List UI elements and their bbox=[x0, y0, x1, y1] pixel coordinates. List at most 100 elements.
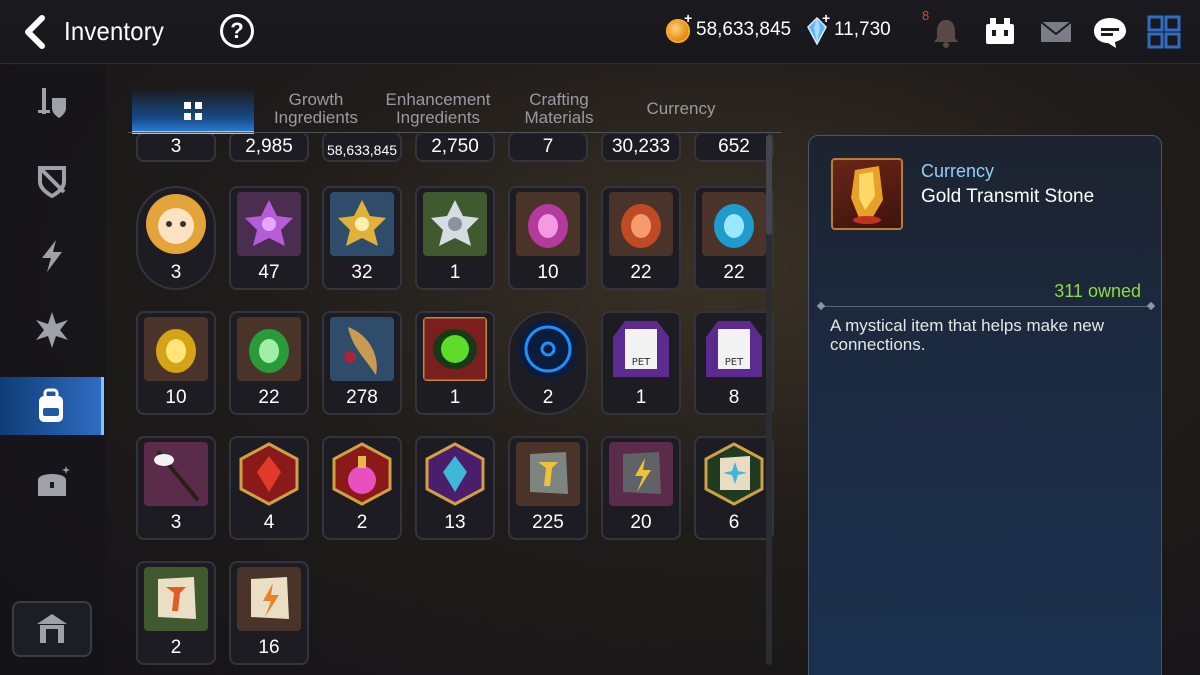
chat-bubble-icon bbox=[1094, 18, 1126, 48]
sidebar-item-items[interactable] bbox=[0, 377, 104, 435]
item-count: 3 bbox=[170, 136, 182, 157]
red-rune-stone-icon bbox=[609, 192, 673, 256]
tab-divider bbox=[128, 132, 782, 133]
sword-shield-icon bbox=[38, 88, 66, 118]
item-slot[interactable]: 2,750 bbox=[415, 134, 495, 162]
item-count: 2,750 bbox=[431, 136, 479, 157]
tab-crafting-materials[interactable]: Crafting Materials bbox=[508, 88, 610, 134]
item-count: 22 bbox=[630, 262, 652, 283]
item-count: 22 bbox=[723, 262, 745, 283]
item-slot[interactable]: 225 bbox=[508, 436, 588, 540]
item-slot[interactable]: 58,633,845 bbox=[322, 134, 402, 162]
sidebar-item-chests[interactable] bbox=[0, 453, 104, 511]
silver-flower-icon bbox=[423, 192, 487, 256]
item-slot[interactable]: 22 bbox=[229, 311, 309, 415]
sidebar-item-runes[interactable] bbox=[0, 301, 104, 359]
sidebar-storage-button[interactable] bbox=[12, 601, 92, 657]
item-slot[interactable]: 22 bbox=[694, 186, 774, 290]
item-count: 13 bbox=[444, 512, 466, 533]
item-count: 4 bbox=[263, 512, 275, 533]
gold-transmit-stone-icon bbox=[851, 166, 883, 224]
chat-button[interactable] bbox=[1090, 12, 1130, 52]
item-count: 22 bbox=[258, 387, 280, 408]
item-slot[interactable]: 1 bbox=[415, 311, 495, 415]
item-slot[interactable]: 20 bbox=[601, 436, 681, 540]
item-count: 10 bbox=[537, 262, 559, 283]
pet-food-bag-icon: PET bbox=[706, 321, 762, 377]
tab-currency[interactable]: Currency bbox=[622, 88, 740, 134]
item-count: 652 bbox=[718, 136, 750, 157]
green-orb-icon bbox=[423, 317, 487, 381]
guild-button[interactable] bbox=[980, 12, 1020, 52]
green-rune-stone-icon bbox=[237, 317, 301, 381]
item-owned-count: 311 owned bbox=[1054, 281, 1141, 301]
item-count: 10 bbox=[165, 387, 187, 408]
item-detail-panel: Currency Gold Transmit Stone 311 owned A… bbox=[808, 135, 1162, 675]
item-count: 8 bbox=[728, 387, 740, 408]
sidebar-item-catalysts[interactable] bbox=[0, 227, 104, 285]
mail-icon bbox=[1040, 21, 1072, 42]
tab-label: Enhancement bbox=[385, 90, 491, 109]
grid-icon bbox=[184, 102, 202, 120]
item-slot[interactable]: 10 bbox=[508, 186, 588, 290]
item-slot[interactable]: 2 bbox=[508, 311, 588, 415]
grid-scrollbar[interactable] bbox=[766, 135, 772, 665]
item-slot[interactable]: 3 bbox=[136, 134, 216, 162]
item-slot[interactable]: 278 bbox=[322, 311, 402, 415]
mail-button[interactable] bbox=[1036, 12, 1076, 52]
item-slot[interactable]: PET 8 bbox=[694, 311, 774, 415]
shield-crossed-icon bbox=[38, 166, 66, 199]
detail-divider bbox=[821, 306, 1151, 307]
item-slot[interactable]: 3 bbox=[136, 186, 216, 290]
item-slot[interactable]: 47 bbox=[229, 186, 309, 290]
lightning-icon bbox=[42, 240, 62, 272]
gold-bolt-stone-icon bbox=[609, 442, 673, 506]
item-count: 20 bbox=[630, 512, 652, 533]
orange-bolt-stone-icon bbox=[237, 567, 301, 631]
item-slot[interactable]: 3 bbox=[136, 436, 216, 540]
tab-label: Currency bbox=[646, 99, 716, 118]
item-count: 2 bbox=[170, 637, 182, 658]
item-slot[interactable]: 30,233 bbox=[601, 134, 681, 162]
item-count: 2 bbox=[542, 387, 554, 408]
gold-flower-icon bbox=[330, 192, 394, 256]
tab-all[interactable] bbox=[132, 88, 254, 134]
sidebar-item-artifacts[interactable] bbox=[0, 151, 104, 209]
item-slot[interactable]: 4 bbox=[229, 436, 309, 540]
item-count: 30,233 bbox=[611, 136, 671, 157]
tab-enhancement-ingredients[interactable]: Enhancement Ingredients bbox=[380, 88, 496, 134]
gem-plus-icon[interactable]: + bbox=[822, 10, 830, 26]
item-description: A mystical item that helps make new conn… bbox=[830, 316, 1105, 354]
gold-plus-icon[interactable]: + bbox=[684, 10, 692, 26]
back-button[interactable] bbox=[18, 12, 52, 52]
item-count: 3 bbox=[170, 262, 182, 283]
guild-icon bbox=[986, 18, 1014, 44]
purple-flower-icon bbox=[237, 192, 301, 256]
help-button[interactable]: ? bbox=[220, 14, 254, 48]
item-slot[interactable]: 10 bbox=[136, 311, 216, 415]
item-slot[interactable]: 2 bbox=[136, 561, 216, 665]
page-title: Inventory bbox=[64, 16, 165, 46]
item-slot[interactable]: 16 bbox=[229, 561, 309, 665]
red-crystal-hexagon-icon bbox=[239, 442, 299, 506]
item-count: 2,985 bbox=[245, 136, 293, 157]
item-slot[interactable]: 2 bbox=[322, 436, 402, 540]
notification-bell-button[interactable] bbox=[926, 12, 966, 52]
item-slot[interactable]: 652 bbox=[694, 134, 774, 162]
item-slot[interactable]: PET 1 bbox=[601, 311, 681, 415]
item-slot[interactable]: 13 bbox=[415, 436, 495, 540]
item-slot[interactable]: 32 bbox=[322, 186, 402, 290]
item-slot[interactable]: 7 bbox=[508, 134, 588, 162]
storage-house-icon bbox=[37, 614, 67, 643]
item-slot[interactable]: 6 bbox=[694, 436, 774, 540]
tab-growth-ingredients[interactable]: Growth Ingredients bbox=[262, 88, 370, 134]
sidebar-item-equipment[interactable] bbox=[0, 75, 104, 133]
pet-food-bag-icon: PET bbox=[613, 321, 669, 377]
item-category: Currency bbox=[921, 161, 995, 181]
menu-grid-button[interactable] bbox=[1144, 12, 1184, 52]
scrollbar-thumb[interactable] bbox=[766, 135, 772, 235]
item-slot[interactable]: 22 bbox=[601, 186, 681, 290]
item-slot[interactable]: 1 bbox=[415, 186, 495, 290]
item-slot[interactable]: 2,985 bbox=[229, 134, 309, 162]
item-count: 278 bbox=[346, 387, 378, 408]
